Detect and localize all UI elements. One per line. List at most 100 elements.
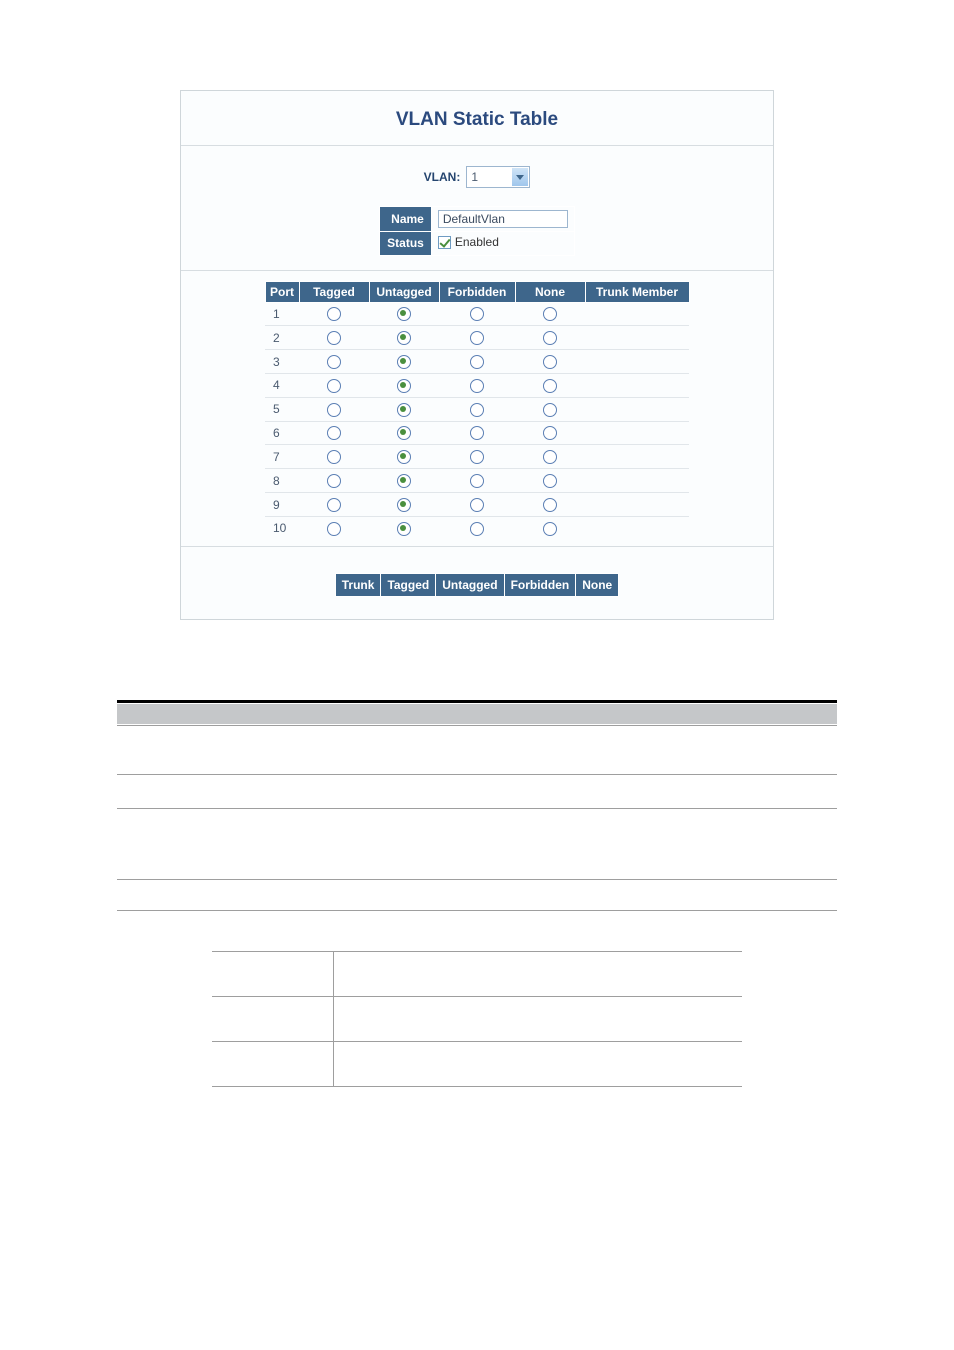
port-id: 1 [265,302,299,326]
radio-tagged[interactable] [327,403,341,417]
radio-cell-none [515,493,585,517]
port-id: 10 [265,516,299,539]
radio-untagged[interactable] [397,307,411,321]
table-row: 4 [265,373,689,397]
radio-cell-untagged [369,469,439,493]
port-id: 7 [265,445,299,469]
radio-untagged[interactable] [397,474,411,488]
vlan-select[interactable]: 1 [466,166,530,188]
radio-cell-untagged [369,302,439,326]
port-id: 5 [265,397,299,421]
vlan-config-section: VLAN: 1 Name Status Enabled [181,146,773,270]
status-checkbox-group: Enabled [438,235,499,249]
radio-none[interactable] [543,474,557,488]
radio-cell-none [515,469,585,493]
radio-tagged[interactable] [327,426,341,440]
radio-cell-tagged [299,373,369,397]
radio-cell-tagged [299,516,369,539]
radio-forbidden[interactable] [470,355,484,369]
radio-none[interactable] [543,522,557,536]
radio-cell-untagged [369,445,439,469]
trunk-member-cell [585,516,689,539]
ports-section: Port Tagged Untagged Forbidden None Trun… [181,271,773,546]
trunk-member-cell [585,445,689,469]
trunk-section: Trunk Tagged Untagged Forbidden None [181,547,773,619]
radio-forbidden[interactable] [470,379,484,393]
radio-none[interactable] [543,403,557,417]
radio-cell-none [515,302,585,326]
radio-untagged[interactable] [397,403,411,417]
hr-thick [117,700,837,703]
radio-untagged[interactable] [397,450,411,464]
table-row: 5 [265,397,689,421]
status-checkbox[interactable] [438,236,451,249]
radio-forbidden[interactable] [470,307,484,321]
trunk-member-cell [585,469,689,493]
radio-cell-forbidden [439,397,515,421]
radio-none[interactable] [543,498,557,512]
radio-cell-tagged [299,445,369,469]
name-input[interactable] [438,210,568,228]
doc-split-table [212,951,742,1087]
doc-lines [117,700,837,1087]
radio-forbidden[interactable] [470,331,484,345]
radio-untagged[interactable] [397,331,411,345]
radio-none[interactable] [543,307,557,321]
radio-untagged[interactable] [397,426,411,440]
radio-none[interactable] [543,355,557,369]
radio-cell-none [515,350,585,374]
radio-tagged[interactable] [327,498,341,512]
radio-cell-forbidden [439,493,515,517]
port-id: 4 [265,373,299,397]
trunk-header-table: Trunk Tagged Untagged Forbidden None [335,573,619,597]
radio-cell-tagged [299,326,369,350]
radio-tagged[interactable] [327,450,341,464]
tcol-none: None [576,573,619,596]
trunk-member-cell [585,397,689,421]
radio-cell-none [515,421,585,445]
tcol-forbidden: Forbidden [504,573,576,596]
chevron-down-icon [512,168,528,186]
radio-forbidden[interactable] [470,498,484,512]
radio-cell-none [515,326,585,350]
vlan-label: VLAN: [424,170,461,184]
radio-forbidden[interactable] [470,522,484,536]
radio-none[interactable] [543,331,557,345]
col-trunkmember: Trunk Member [585,281,689,302]
port-id: 9 [265,493,299,517]
radio-tagged[interactable] [327,522,341,536]
radio-cell-untagged [369,421,439,445]
radio-none[interactable] [543,426,557,440]
radio-forbidden[interactable] [470,426,484,440]
table-row: 1 [265,302,689,326]
col-tagged: Tagged [299,281,369,302]
radio-cell-tagged [299,469,369,493]
radio-forbidden[interactable] [470,403,484,417]
radio-cell-forbidden [439,469,515,493]
table-row: 8 [265,469,689,493]
table-row: 2 [265,326,689,350]
radio-cell-forbidden [439,350,515,374]
radio-untagged[interactable] [397,498,411,512]
radio-forbidden[interactable] [470,474,484,488]
radio-cell-forbidden [439,302,515,326]
col-none: None [515,281,585,302]
radio-none[interactable] [543,450,557,464]
radio-tagged[interactable] [327,331,341,345]
radio-tagged[interactable] [327,379,341,393]
radio-untagged[interactable] [397,522,411,536]
radio-none[interactable] [543,379,557,393]
radio-untagged[interactable] [397,379,411,393]
radio-tagged[interactable] [327,355,341,369]
radio-tagged[interactable] [327,474,341,488]
trunk-member-cell [585,421,689,445]
trunk-member-cell [585,350,689,374]
port-id: 6 [265,421,299,445]
radio-tagged[interactable] [327,307,341,321]
table-row: 3 [265,350,689,374]
port-id: 8 [265,469,299,493]
radio-forbidden[interactable] [470,450,484,464]
trunk-member-cell [585,326,689,350]
radio-untagged[interactable] [397,355,411,369]
vlan-panel: VLAN Static Table VLAN: 1 Name Status [180,90,774,620]
